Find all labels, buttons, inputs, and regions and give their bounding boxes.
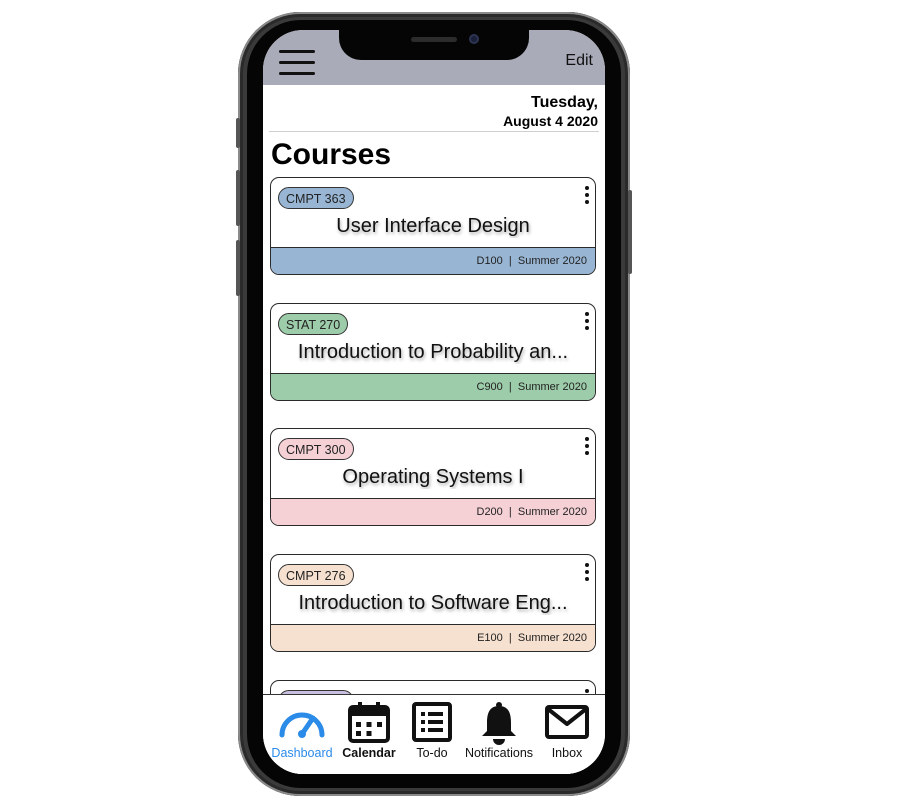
footer-separator: | xyxy=(505,506,515,518)
footer-separator: | xyxy=(505,632,515,644)
more-options-icon[interactable] xyxy=(583,563,591,585)
more-options-icon[interactable] xyxy=(583,186,591,208)
course-code-badge: STAT 270 xyxy=(278,313,349,335)
date-full: August 4 2020 xyxy=(503,113,598,129)
current-date: Tuesday, August 4 2020 xyxy=(503,93,598,131)
course-card[interactable]: CMPT 300 Operating Systems I D200 | Summ… xyxy=(270,428,596,526)
course-term: Summer 2020 xyxy=(517,381,587,393)
phone-side-button-silent xyxy=(236,118,240,148)
course-term: Summer 2020 xyxy=(517,255,587,267)
tab-to-do[interactable]: To-do xyxy=(403,695,461,767)
course-section: E100 xyxy=(477,632,503,644)
tab-label: Inbox xyxy=(551,746,583,760)
envelope-icon xyxy=(545,705,589,739)
course-title: Introduction to Probability an... xyxy=(297,341,569,363)
course-title: Operating Systems I xyxy=(342,466,524,488)
course-term: Summer 2020 xyxy=(517,506,587,518)
bottom-tab-bar: Dashboard Calendar To-do Notifications I… xyxy=(263,694,605,774)
bell-icon xyxy=(482,702,516,745)
tab-label: Calendar xyxy=(342,746,396,760)
tab-inbox[interactable]: Inbox xyxy=(537,695,597,767)
header-divider xyxy=(269,131,599,132)
course-title: User Interface Design xyxy=(336,215,530,237)
course-section: C900 xyxy=(476,381,503,393)
course-code-badge: CMPT 300 xyxy=(278,438,354,460)
footer-separator: | xyxy=(505,381,515,393)
course-title: Introduction to Software Eng... xyxy=(298,592,568,614)
list-icon xyxy=(412,702,452,742)
speaker-grille xyxy=(411,37,457,42)
tab-notifications[interactable]: Notifications xyxy=(461,695,537,767)
phone-notch xyxy=(339,30,529,60)
course-footer: C900 | Summer 2020 xyxy=(271,373,595,400)
phone-side-button-volume-down xyxy=(236,240,240,296)
more-options-icon[interactable] xyxy=(583,312,591,334)
hamburger-menu-icon[interactable] xyxy=(279,50,315,76)
course-term: Summer 2020 xyxy=(517,632,587,644)
footer-separator: | xyxy=(505,255,515,267)
edit-button[interactable]: Edit xyxy=(565,52,593,70)
course-section: D200 xyxy=(476,506,503,518)
phone-side-button-power xyxy=(628,190,632,274)
tab-calendar[interactable]: Calendar xyxy=(339,695,399,767)
tab-label: To-do xyxy=(416,746,448,760)
tab-label: Notifications xyxy=(464,746,534,760)
phone-side-button-volume-up xyxy=(236,170,240,226)
date-weekday: Tuesday, xyxy=(531,94,598,111)
course-code-badge: CMPT 276 xyxy=(278,564,354,586)
more-options-icon[interactable] xyxy=(583,437,591,459)
page-title: Courses xyxy=(271,138,392,171)
speedometer-icon xyxy=(279,712,325,738)
course-card[interactable]: CMPT 363 User Interface Design D100 | Su… xyxy=(270,177,596,275)
course-footer: D100 | Summer 2020 xyxy=(271,247,595,274)
course-code-badge: CMPT 363 xyxy=(278,187,354,209)
course-section: D100 xyxy=(476,255,503,267)
tab-label: Dashboard xyxy=(271,746,333,760)
calendar-icon xyxy=(348,702,390,743)
course-footer: D200 | Summer 2020 xyxy=(271,498,595,525)
tab-dashboard[interactable]: Dashboard xyxy=(269,695,335,767)
course-card[interactable]: STAT 270 Introduction to Probability an.… xyxy=(270,303,596,401)
course-card[interactable]: CMPT 276 Introduction to Software Eng...… xyxy=(270,554,596,652)
app-screen: Edit Tuesday, August 4 2020 Courses CMPT… xyxy=(263,30,605,774)
course-footer: E100 | Summer 2020 xyxy=(271,624,595,651)
front-camera xyxy=(469,34,479,44)
